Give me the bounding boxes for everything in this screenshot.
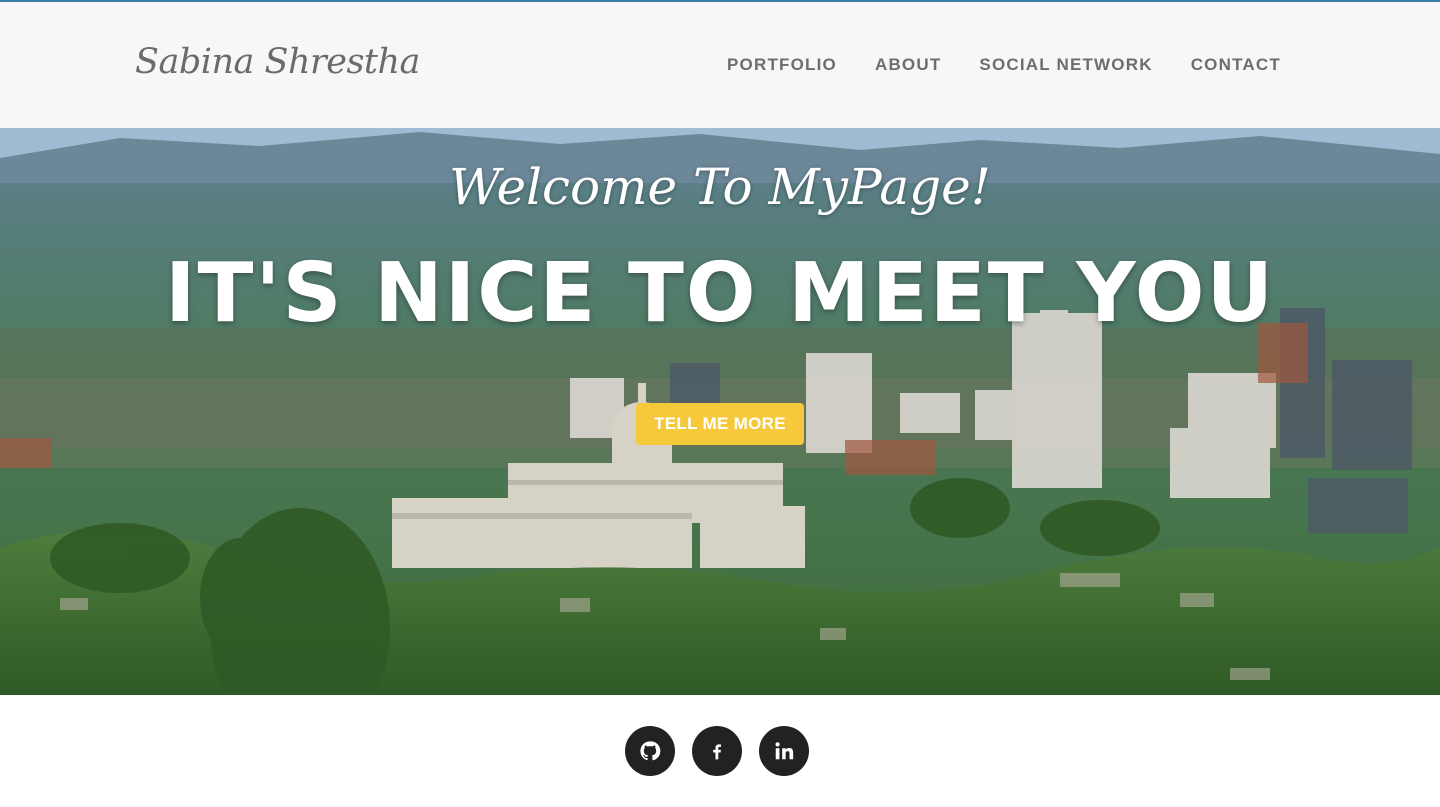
hero-section: Welcome To MyPage! IT'S NICE TO MEET YOU… [0,128,1440,695]
github-button[interactable] [625,726,675,776]
navbar: Sabina Shrestha PORTFOLIO ABOUT SOCIAL N… [0,2,1440,128]
nav-item-portfolio[interactable]: PORTFOLIO [727,55,837,75]
facebook-icon [713,744,721,760]
nav-item-about[interactable]: ABOUT [875,55,941,75]
nav-item-contact[interactable]: CONTACT [1191,55,1281,75]
social-links [625,726,809,776]
hero-headline: IT'S NICE TO MEET YOU [164,246,1276,341]
nav-menu: PORTFOLIO ABOUT SOCIAL NETWORK CONTACT [727,55,1281,75]
tell-me-more-button[interactable]: TELL ME MORE [636,403,804,445]
nav-item-social-network[interactable]: SOCIAL NETWORK [979,55,1152,75]
linkedin-icon [775,742,794,760]
linkedin-button[interactable] [759,726,809,776]
github-icon [640,741,661,761]
facebook-button[interactable] [692,726,742,776]
brand-logo[interactable]: Sabina Shrestha [135,42,420,82]
hero-welcome-text: Welcome To MyPage! [449,158,991,216]
